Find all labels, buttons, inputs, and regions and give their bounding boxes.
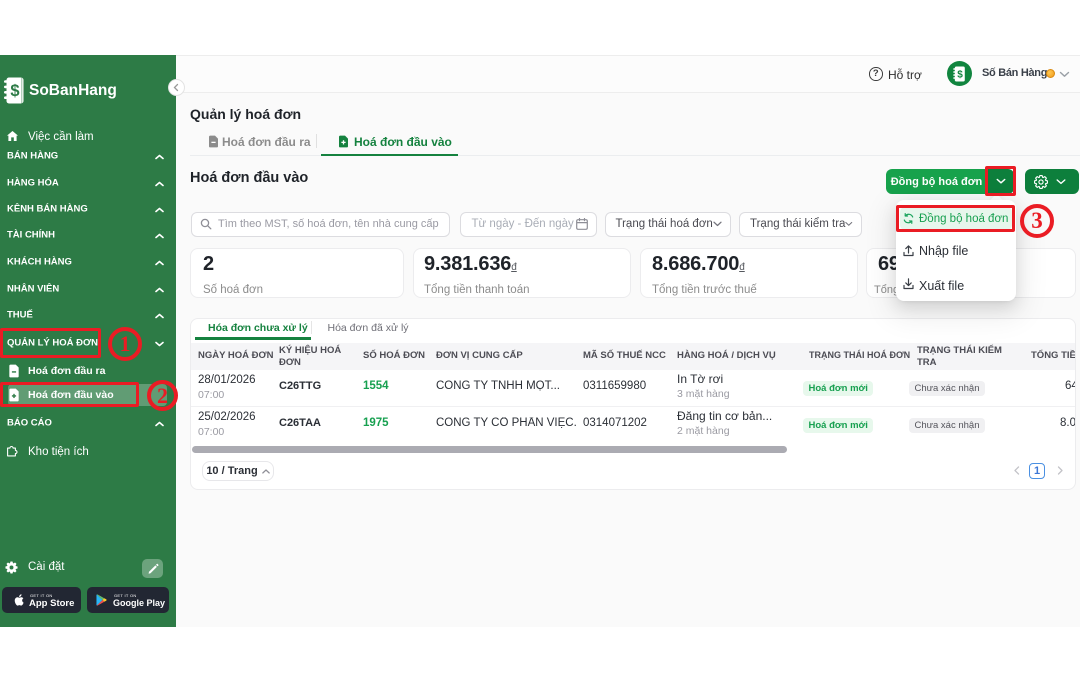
svg-text:$: $: [957, 70, 963, 81]
svg-text:$: $: [10, 82, 19, 100]
